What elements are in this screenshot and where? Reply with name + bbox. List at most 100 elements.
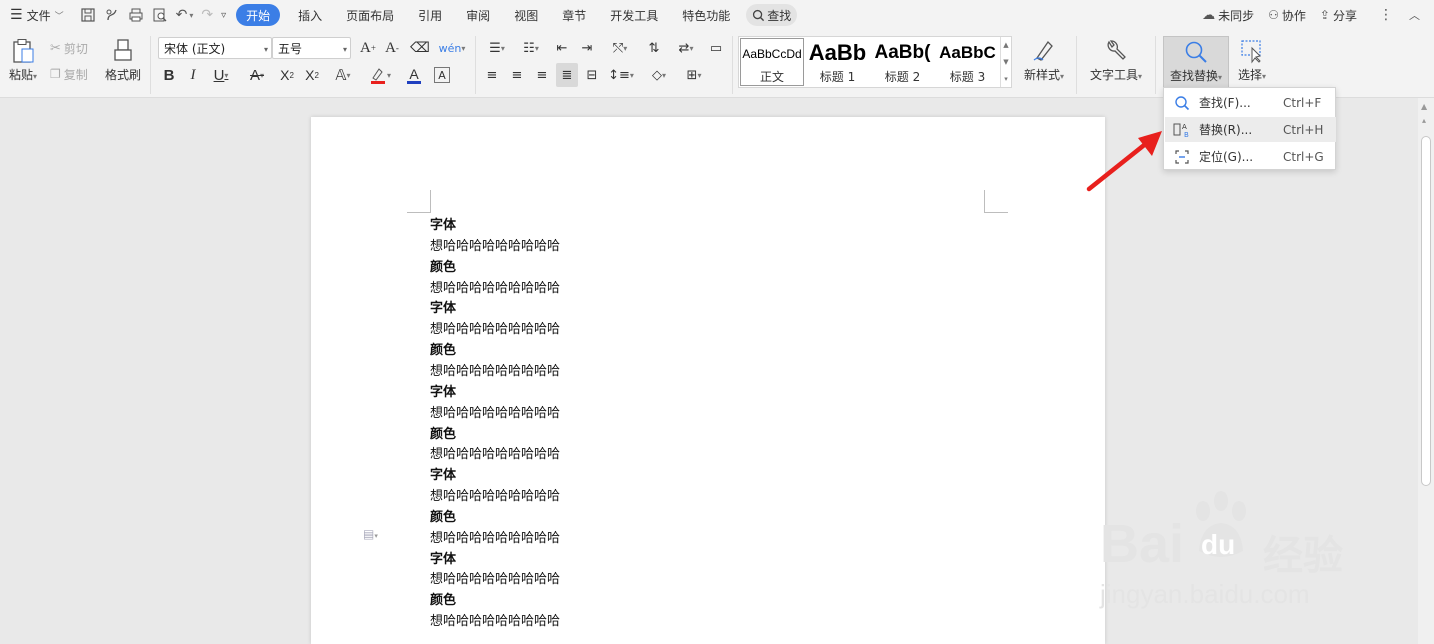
character-border-icon[interactable]: A [434,67,450,83]
share-button[interactable]: ⇪ 分享 [1316,4,1361,26]
search-icon [753,9,765,21]
share-icon: ⇪ [1319,8,1330,22]
collaborate-button[interactable]: ⚇ 协作 [1264,4,1310,26]
sync-label: 未同步 [1218,8,1255,23]
font-size-value: 五号 [278,41,303,56]
font-color-icon[interactable]: A [400,65,428,85]
sort-icon[interactable]: ⇅ [644,39,664,57]
align-center-icon[interactable]: ≡ [508,65,526,85]
document-heading-line: 颜色 [430,509,457,525]
numbered-list-icon[interactable]: ☷ ▾ [518,39,544,57]
tab-home[interactable]: 开始 [236,4,281,26]
decrease-font-icon[interactable]: A- [382,39,402,57]
style-name: 标题 2 [884,70,921,84]
paste-button[interactable]: 粘贴▾ [6,38,40,83]
tab-page-layout[interactable]: 页面布局 [334,4,406,26]
ruler-toggle-icon[interactable]: ▴ [1422,116,1426,125]
tab-view[interactable]: 视图 [502,4,550,26]
style-heading-3[interactable]: AaBbC 标题 3 [936,38,999,86]
print-icon[interactable] [124,4,148,26]
text-tools-button[interactable]: 文字工具▾ [1086,38,1146,83]
menu-item-find[interactable]: 查找(F)... Ctrl+F [1165,90,1336,115]
tab-chapter[interactable]: 章节 [550,4,598,26]
new-style-button[interactable]: 新样式▾ [1020,38,1068,83]
print-preview-icon[interactable] [148,4,172,26]
undo-icon[interactable]: ↶ ▾ [172,4,198,26]
find-replace-label: 查找替换▾ [1169,69,1223,83]
subscript-icon[interactable]: X2 [302,65,322,85]
superscript-icon[interactable]: X2 [277,65,297,85]
phonetic-guide-icon[interactable]: wén ▾ [438,39,466,57]
save-icon[interactable] [76,4,100,26]
scroll-up-icon[interactable]: ▲ [1421,102,1427,111]
bullet-list-icon[interactable]: ☰ ▾ [484,39,510,57]
copy-button[interactable]: ❐ 复制 [50,65,88,83]
show-marks-icon[interactable]: ▭ [706,39,726,57]
underline-icon[interactable]: U ▾ [208,65,234,85]
watermark-brand: Bai [1100,514,1185,574]
document-text-line: 想哈哈哈哈哈哈哈哈哈 [430,238,561,254]
sync-status[interactable]: ☁ 未同步 [1198,4,1258,26]
chinese-layout-icon[interactable]: ⤲ ▾ [606,39,634,57]
shading-icon[interactable]: ◇ ▾ [645,65,673,85]
justify-icon[interactable]: ≣ [556,63,578,87]
document-text-line: 想哈哈哈哈哈哈哈哈哈 [430,489,561,505]
format-painter-button[interactable]: 格式刷 [103,38,143,83]
cut-button[interactable]: ✂ 剪切 [50,39,88,57]
tab-review[interactable]: 审阅 [454,4,502,26]
font-size-select[interactable]: 五号 ▾ [272,37,351,59]
scrollbar-thumb[interactable] [1421,136,1431,486]
italic-icon[interactable]: I [184,65,202,85]
share-label: 分享 [1332,8,1357,23]
increase-indent-icon[interactable]: ⇥ [577,39,597,57]
customize-toolbar-icon[interactable]: ▿ [217,4,230,26]
select-button[interactable]: 选择▾ [1232,38,1272,83]
menu-item-goto[interactable]: 定位(G)... Ctrl+G [1165,144,1336,169]
line-spacing-icon[interactable]: ↕≡ ▾ [607,65,635,85]
divider [1076,36,1077,94]
export-pdf-icon[interactable] [100,4,124,26]
paragraph-options-icon[interactable]: ▤▾ [363,527,378,541]
tab-references[interactable]: 引用 [406,4,454,26]
menu-item-shortcut: Ctrl+F [1283,95,1322,110]
user-icon: ⚇ [1268,8,1279,22]
more-options-icon[interactable]: ⋮ [1375,4,1397,26]
style-heading-2[interactable]: AaBb( 标题 2 [871,38,934,86]
clear-format-icon[interactable]: ⌫ [410,39,430,57]
file-menu[interactable]: ☰ 文件 ﹀ [6,4,68,26]
paragraph-direction-icon[interactable]: ⇄ ▾ [672,39,700,57]
document-text-line: 想哈哈哈哈哈哈哈哈哈 [430,572,561,588]
menu-item-replace[interactable]: AB 替换(R)... Ctrl+H [1165,117,1336,142]
vertical-scrollbar[interactable]: ▲ ▴ [1418,98,1434,644]
style-normal[interactable]: AaBbCcDd 正文 [740,38,804,86]
increase-font-icon[interactable]: A + [358,39,378,57]
tab-developer[interactable]: 开发工具 [598,4,670,26]
divider [475,36,476,94]
redo-icon[interactable]: ↷ [197,4,217,26]
borders-icon[interactable]: ⊞ ▾ [680,65,708,85]
highlight-color-icon[interactable]: ▾ [366,65,394,85]
find-tab[interactable]: 查找 [746,4,798,26]
cloud-icon: ☁ [1202,7,1216,23]
tab-special[interactable]: 特色功能 [670,4,742,26]
decrease-indent-icon[interactable]: ⇤ [552,39,572,57]
bold-icon[interactable]: B [160,65,178,85]
document-text-line: 想哈哈哈哈哈哈哈哈哈 [430,405,561,421]
margin-corner-top-left [407,190,431,213]
distributed-align-icon[interactable]: ⊟ [583,65,601,85]
find-replace-button[interactable]: 查找替换▾ [1163,36,1229,88]
find-tab-label: 查找 [767,8,792,23]
strikethrough-icon[interactable]: A ▾ [244,65,270,85]
font-name-select[interactable]: 宋体 (正文) ▾ [158,37,272,59]
align-right-icon[interactable]: ≡ [533,65,551,85]
collapse-ribbon-icon[interactable]: ︿ [1405,4,1424,26]
document-heading-line: 字体 [430,551,457,567]
text-effect-icon[interactable]: 𝔸 ▾ [330,65,356,85]
styles-scroll[interactable]: ▲ ▼ ▾ [1000,37,1011,87]
style-heading-1[interactable]: AaBb 标题 1 [806,38,869,86]
tab-insert[interactable]: 插入 [286,4,334,26]
align-left-icon[interactable]: ≡ [483,65,501,85]
pen-style-icon [1033,40,1053,61]
cut-label: 剪切 [63,41,88,56]
search-icon [1185,41,1207,63]
